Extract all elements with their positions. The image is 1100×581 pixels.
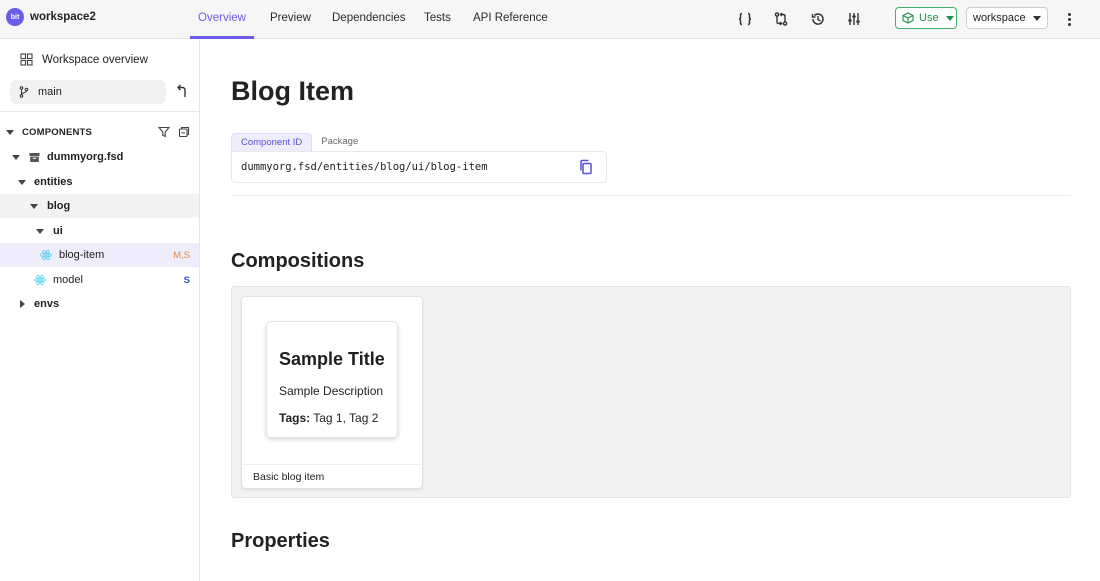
tree-item-scope[interactable]: dummyorg.fsd xyxy=(0,145,199,169)
preview-tags-value: Tag 1, Tag 2 xyxy=(313,411,379,425)
status-badge: S xyxy=(183,274,190,286)
chevron-down-icon xyxy=(1033,16,1041,21)
caret-down-icon xyxy=(30,203,38,209)
caret-down-icon xyxy=(18,179,26,185)
collapse-all-icon[interactable] xyxy=(178,126,190,141)
workspace-overview-link[interactable]: Workspace overview xyxy=(20,53,148,66)
history-icon[interactable] xyxy=(807,8,829,30)
bit-logo: bit xyxy=(6,8,24,26)
tab-package[interactable]: Package xyxy=(312,133,367,151)
use-box-icon xyxy=(901,12,915,24)
compare-icon[interactable] xyxy=(770,8,792,30)
grid-icon xyxy=(20,53,33,66)
properties-title: Properties xyxy=(231,530,330,552)
use-button[interactable]: Use xyxy=(895,7,957,29)
composition-preview: Sample Title Sample Description Tags: Ta… xyxy=(266,321,398,438)
preview-tags: Tags: Tag 1, Tag 2 xyxy=(279,411,378,425)
caret-right-icon xyxy=(20,300,25,308)
tab-overview[interactable]: Overview xyxy=(190,0,254,39)
workspace-name: workspace2 xyxy=(30,11,96,23)
sliders-icon[interactable] xyxy=(843,8,865,30)
sidebar: Workspace overview main COMPONENTS dummy… xyxy=(0,39,200,581)
caret-down-icon xyxy=(12,154,20,160)
components-header[interactable]: COMPONENTS xyxy=(0,120,199,144)
chevron-down-icon xyxy=(945,15,954,21)
tab-tests[interactable]: Tests xyxy=(424,0,451,39)
sidebar-divider xyxy=(0,111,200,112)
tree-item-model[interactable]: model S xyxy=(0,268,199,292)
composition-caption: Basic blog item xyxy=(242,464,422,489)
id-tabs: Component ID Package xyxy=(231,133,367,151)
caret-down-icon xyxy=(6,129,14,135)
compositions-panel: Sample Title Sample Description Tags: Ta… xyxy=(231,286,1071,498)
react-icon xyxy=(40,249,52,261)
top-bar: bit workspace2 Overview Preview Dependen… xyxy=(0,0,1100,39)
status-badge: M,S xyxy=(173,249,190,261)
tab-dependencies[interactable]: Dependencies xyxy=(332,0,406,39)
tree-item-label: ui xyxy=(53,225,63,237)
preview-title: Sample Title xyxy=(279,349,385,369)
more-options-icon[interactable] xyxy=(1060,9,1078,29)
tree-item-label: blog xyxy=(47,200,71,212)
tree-item-label: entities xyxy=(34,176,73,188)
divider xyxy=(231,195,1071,196)
branch-name: main xyxy=(38,86,62,98)
tree-item-envs[interactable]: envs xyxy=(0,292,199,316)
component-id-value: dummyorg.fsd/entities/blog/ui/blog-item xyxy=(241,161,488,173)
copy-icon[interactable] xyxy=(578,159,594,175)
branch-icon xyxy=(19,86,29,98)
tree-item-blog-item[interactable]: blog-item M,S xyxy=(0,243,199,267)
tree-item-label: dummyorg.fsd xyxy=(47,151,124,163)
tree-item-label: envs xyxy=(34,298,60,310)
scope-icon xyxy=(29,152,40,163)
composition-card[interactable]: Sample Title Sample Description Tags: Ta… xyxy=(241,296,423,489)
workspace-brand[interactable]: bit workspace2 xyxy=(6,8,96,26)
components-header-label: COMPONENTS xyxy=(22,126,93,138)
react-icon xyxy=(34,274,46,286)
return-arrow-icon[interactable] xyxy=(175,83,189,99)
tab-component-id[interactable]: Component ID xyxy=(231,133,313,151)
workspace-select-value: workspace xyxy=(973,12,1026,24)
page-title: Blog Item xyxy=(231,76,355,106)
compositions-title: Compositions xyxy=(231,250,365,272)
branch-selector[interactable]: main xyxy=(10,80,166,104)
preview-description: Sample Description xyxy=(279,384,384,398)
use-label: Use xyxy=(919,12,939,24)
preview-tags-label: Tags: xyxy=(279,411,311,425)
tab-preview[interactable]: Preview xyxy=(270,0,311,39)
workspace-overview-label: Workspace overview xyxy=(42,53,148,66)
braces-icon[interactable] xyxy=(734,8,756,30)
main-content: Blog Item Component ID Package dummyorg.… xyxy=(201,39,1100,581)
component-id-box[interactable]: dummyorg.fsd/entities/blog/ui/blog-item xyxy=(231,151,607,183)
filter-icon[interactable] xyxy=(157,126,171,141)
tree-item-blog[interactable]: blog xyxy=(0,194,199,218)
workspace-select[interactable]: workspace xyxy=(966,7,1048,29)
tab-api-reference[interactable]: API Reference xyxy=(473,0,548,39)
tree-item-label: blog-item xyxy=(59,249,105,261)
tree-item-ui[interactable]: ui xyxy=(0,219,199,243)
tree-item-label: model xyxy=(53,274,83,286)
tree-item-entities[interactable]: entities xyxy=(0,170,199,194)
caret-down-icon xyxy=(36,228,44,234)
